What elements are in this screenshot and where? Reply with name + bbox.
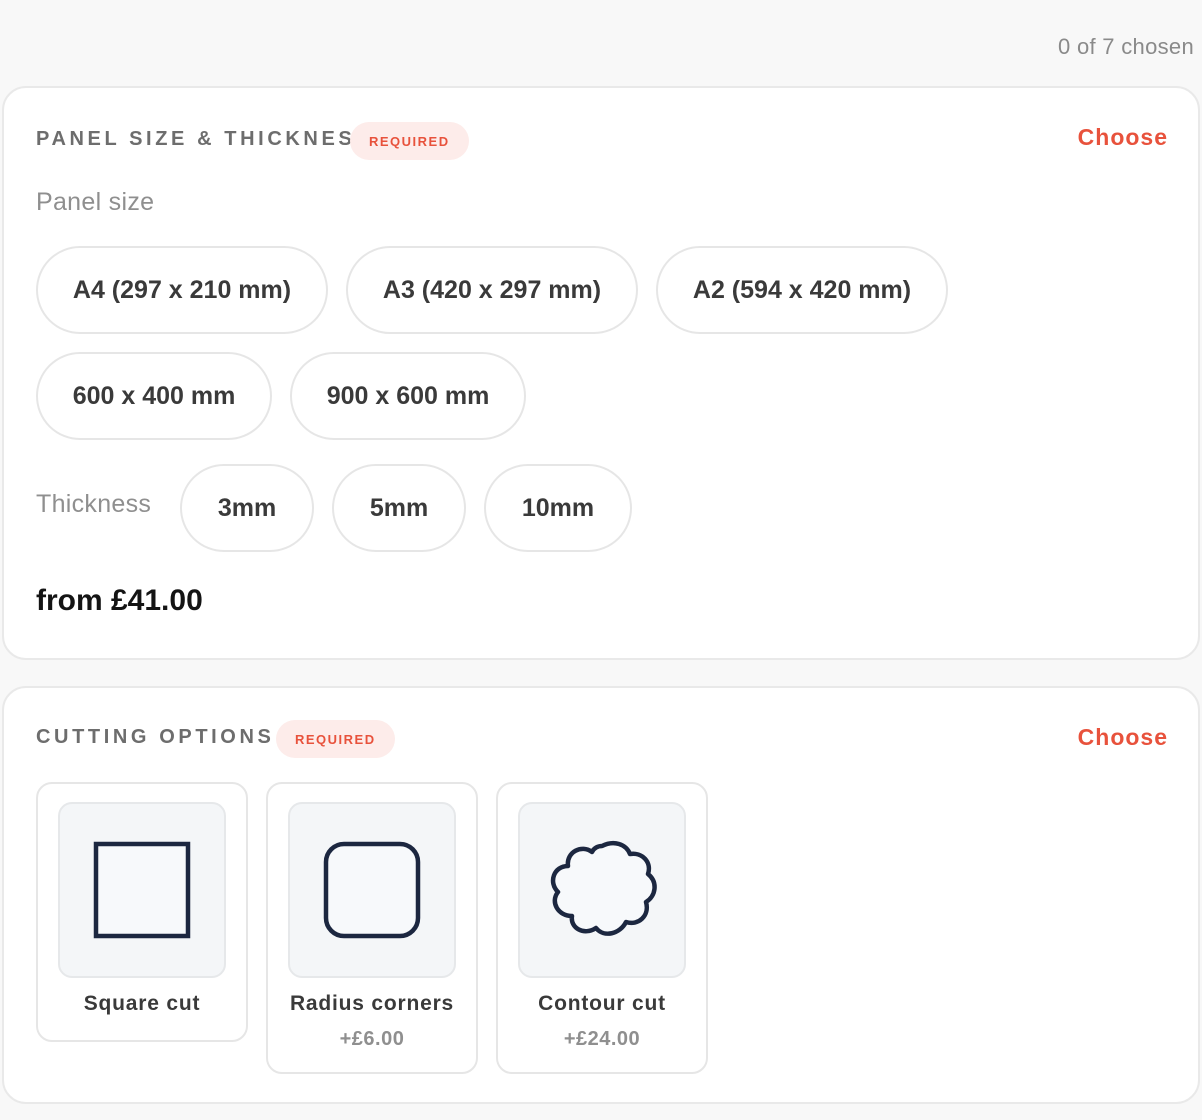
cut-option-name: Square cut — [83, 992, 201, 1015]
choose-button[interactable]: Choose — [1078, 124, 1168, 151]
size-option-600x400[interactable]: 600 x 400 mm — [36, 352, 272, 440]
thickness-option-5mm[interactable]: 5mm — [332, 464, 466, 552]
cut-option-price: +£6.00 — [339, 1028, 405, 1050]
size-option-a2[interactable]: A2 (594 x 420 mm) — [656, 246, 948, 334]
size-option-900x600[interactable]: 900 x 600 mm — [290, 352, 526, 440]
panel-size-thickness-section: PANEL SIZE & THICKNESS REQUIRED Choose P… — [2, 86, 1200, 660]
size-option-a3[interactable]: A3 (420 x 297 mm) — [346, 246, 638, 334]
thickness-option-3mm[interactable]: 3mm — [180, 464, 314, 552]
cut-option-image — [518, 802, 686, 978]
cut-option-price: +£24.00 — [563, 1028, 641, 1050]
size-option-a4[interactable]: A4 (297 x 210 mm) — [36, 246, 328, 334]
square-cut-icon — [93, 841, 191, 939]
required-badge: REQUIRED — [350, 122, 469, 160]
radius-corners-icon — [323, 841, 421, 939]
cut-option-image — [58, 802, 226, 978]
section-title: CUTTING OPTIONS — [36, 726, 275, 748]
section-title: PANEL SIZE & THICKNESS — [36, 128, 373, 150]
cut-option-radius-corners[interactable]: Radius corners +£6.00 — [266, 782, 478, 1074]
thickness-option-10mm[interactable]: 10mm — [484, 464, 632, 552]
cut-option-square[interactable]: Square cut — [36, 782, 248, 1042]
cut-option-contour[interactable]: Contour cut +£24.00 — [496, 782, 708, 1074]
cut-option-image — [288, 802, 456, 978]
choose-button[interactable]: Choose — [1078, 724, 1168, 751]
required-badge: REQUIRED — [276, 720, 395, 758]
thickness-label: Thickness — [36, 490, 152, 518]
cutting-options-section: CUTTING OPTIONS REQUIRED Choose Square c… — [2, 686, 1200, 1104]
cut-option-name: Radius corners — [289, 992, 455, 1015]
selection-counter: 0 of 7 chosen — [1058, 34, 1194, 59]
price-from: from £41.00 — [36, 584, 203, 617]
cut-option-name: Contour cut — [538, 992, 666, 1015]
panel-size-label: Panel size — [36, 188, 155, 216]
contour-cut-icon — [550, 841, 657, 936]
